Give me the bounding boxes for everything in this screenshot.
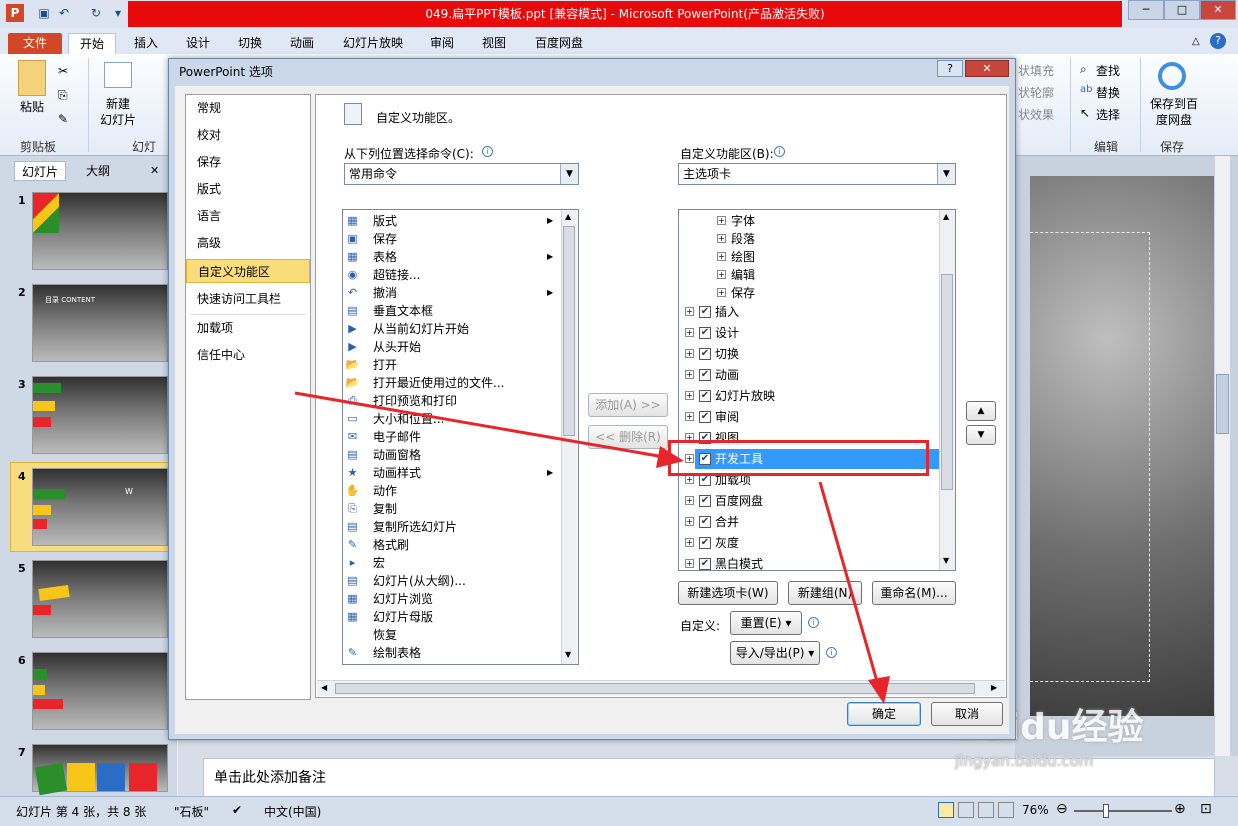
arrowhead-icon bbox=[868, 676, 890, 704]
arrowhead-icon bbox=[656, 446, 684, 468]
arrow-line bbox=[818, 481, 882, 693]
annotation-arrows bbox=[294, 391, 890, 704]
arrow-line bbox=[294, 391, 671, 460]
